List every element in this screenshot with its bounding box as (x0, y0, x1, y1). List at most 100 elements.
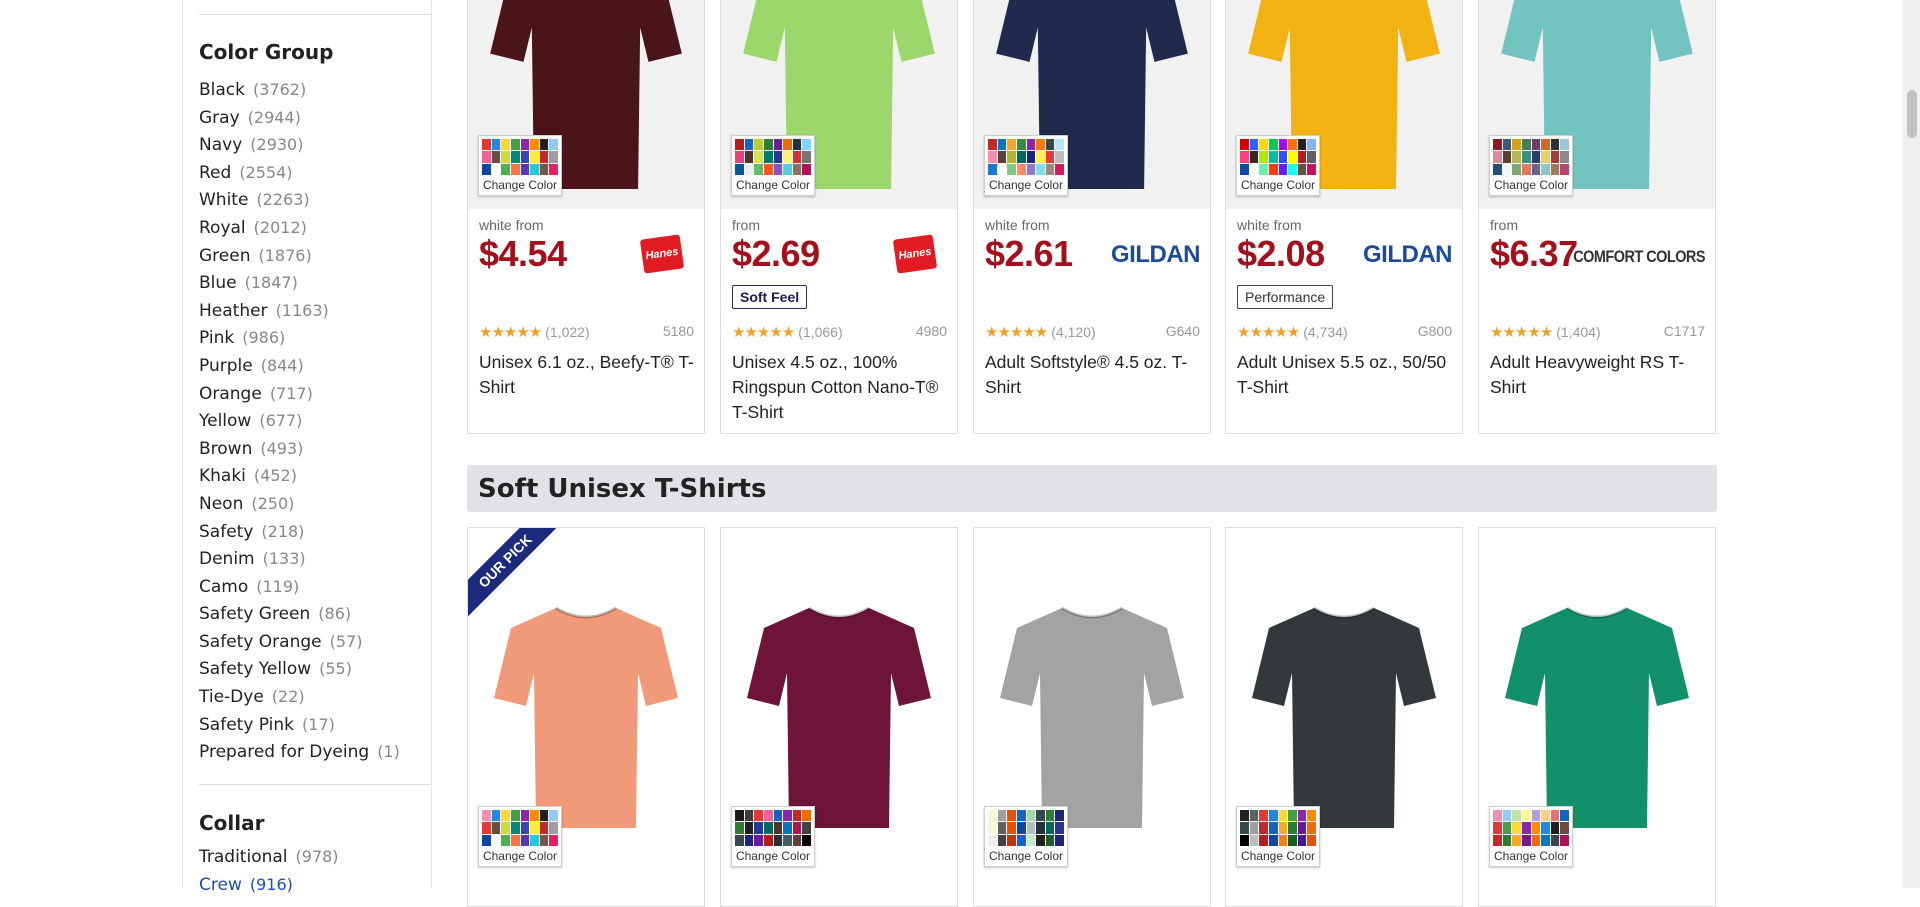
filter-option[interactable]: Royal (2012) (199, 214, 400, 242)
rating-count: (1,066) (798, 324, 843, 340)
change-color-swatch[interactable]: Change Color (1236, 806, 1320, 867)
star-rating-icon: ★★★★★ (479, 324, 542, 341)
change-color-label: Change Color (1240, 849, 1316, 863)
filter-option[interactable]: Gray (2944) (199, 104, 400, 132)
product-image[interactable]: Change Color (974, 528, 1210, 906)
color-swatch (530, 834, 539, 846)
color-swatch (491, 151, 501, 163)
color-swatch (1249, 139, 1259, 151)
product-title-link[interactable]: Adult Softstyle® 4.5 oz. T-Shirt (985, 350, 1200, 400)
filter-option[interactable]: Safety Pink (17) (199, 711, 400, 739)
filter-option[interactable]: Safety Yellow (55) (199, 655, 400, 683)
product-image[interactable]: Change Color (1479, 528, 1715, 906)
product-card[interactable]: Change Color (720, 527, 958, 907)
filter-option[interactable]: Black (3762) (199, 76, 400, 104)
product-title-link[interactable]: Adult Unisex 5.5 oz., 50/50 T-Shirt (1237, 350, 1452, 400)
filter-option[interactable]: Blue (1847) (199, 269, 400, 297)
filter-option[interactable]: Green (1876) (199, 242, 400, 270)
color-swatch (988, 834, 997, 846)
filter-option[interactable]: Heather (1163) (199, 297, 400, 325)
product-card[interactable]: Change Color (1478, 527, 1716, 907)
color-swatch (1288, 151, 1297, 163)
filter-option[interactable]: Camo (119) (199, 573, 400, 601)
color-swatch (754, 822, 763, 834)
filter-option[interactable]: Pink (986) (199, 324, 400, 352)
product-image[interactable]: Change Color (721, 528, 957, 906)
change-color-swatch[interactable]: Change Color (1489, 135, 1573, 196)
product-title-link[interactable]: Unisex 6.1 oz., Beefy-T® T-Shirt (479, 350, 694, 400)
product-card[interactable]: Change Color (1225, 527, 1463, 907)
color-swatch (1055, 834, 1064, 846)
filter-option-count: (2012) (253, 217, 307, 237)
filter-option[interactable]: Khaki (452) (199, 462, 400, 490)
filter-sidebar: Color Group Black (3762) Gray (2944) Navy (29… (182, 0, 432, 895)
product-image[interactable]: Change Color (1226, 0, 1462, 209)
change-color-swatch[interactable]: Change Color (731, 135, 815, 196)
filter-option[interactable]: Brown (493) (199, 435, 400, 463)
filter-option[interactable]: Navy (2930) (199, 131, 400, 159)
filter-option-label: Crew (199, 874, 242, 895)
color-swatch (773, 163, 783, 175)
product-card[interactable]: Change Color from $6.37 COMFORT COLORS ★★★★★… (1478, 0, 1716, 434)
color-swatch-grid (1493, 810, 1569, 846)
filter-option[interactable]: Red (2554) (199, 159, 400, 187)
filter-option[interactable]: Orange (717) (199, 380, 400, 408)
color-swatch (539, 151, 549, 163)
color-swatch (988, 822, 997, 834)
product-title-link[interactable]: Adult Heavyweight RS T-Shirt (1490, 350, 1705, 400)
product-card[interactable]: Change Color (973, 527, 1211, 907)
product-image[interactable]: Change Color (1226, 528, 1462, 906)
change-color-swatch[interactable]: Change Color (478, 135, 562, 196)
filter-option[interactable]: Tie-Dye (22) (199, 683, 400, 711)
color-swatch (1026, 163, 1036, 175)
scrollbar-thumb[interactable] (1907, 90, 1917, 138)
color-swatch (773, 139, 783, 151)
color-swatch (1259, 151, 1268, 163)
filter-option-count: (717) (269, 383, 313, 403)
color-swatch (1249, 151, 1259, 163)
product-card[interactable]: Change Color white from $2.61 GILDAN ★★★★★ (4… (973, 0, 1211, 434)
change-color-swatch[interactable]: Change Color (984, 806, 1068, 867)
filter-option[interactable]: Crew (916) (199, 871, 339, 899)
color-swatch (530, 163, 539, 175)
color-swatch (1541, 822, 1550, 834)
filter-option[interactable]: Neon (250) (199, 490, 400, 518)
product-image[interactable]: Change Color (974, 0, 1210, 209)
filter-option[interactable]: Safety Green (86) (199, 600, 400, 628)
color-swatch (783, 151, 792, 163)
color-swatch (802, 151, 811, 163)
change-color-swatch[interactable]: Change Color (1489, 806, 1573, 867)
color-swatch (1297, 163, 1307, 175)
filter-option[interactable]: White (2263) (199, 186, 400, 214)
filter-option[interactable]: Traditional (978) (199, 843, 339, 871)
color-swatch (1502, 163, 1512, 175)
filter-option[interactable]: Denim (133) (199, 545, 400, 573)
filter-option[interactable]: Purple (844) (199, 352, 400, 380)
color-swatch (744, 810, 754, 822)
product-image[interactable]: Change Color (468, 528, 704, 906)
filter-option-count: (1) (377, 742, 400, 762)
change-color-swatch[interactable]: Change Color (731, 806, 815, 867)
page-scrollbar[interactable] (1903, 0, 1920, 888)
color-swatch (744, 834, 754, 846)
filter-option[interactable]: Prepared for Dyeing (1) (199, 738, 400, 766)
color-swatch (1007, 822, 1016, 834)
product-card[interactable]: Change Color white from $2.08 GILDAN Perform… (1225, 0, 1463, 434)
product-card[interactable]: Change Color from $2.69 Hanes Soft Feel ★★★★★… (720, 0, 958, 434)
filter-option[interactable]: Safety (218) (199, 518, 400, 546)
color-swatch (988, 151, 997, 163)
product-card[interactable]: Change Color OUR PICK (467, 527, 705, 907)
product-image[interactable]: Change Color (468, 0, 704, 209)
change-color-swatch[interactable]: Change Color (1236, 135, 1320, 196)
product-image[interactable]: Change Color (1479, 0, 1715, 209)
color-swatch (783, 163, 792, 175)
color-swatch (549, 822, 558, 834)
product-title-link[interactable]: Unisex 4.5 oz., 100% Ringspun Cotton Nan… (732, 350, 947, 425)
filter-option[interactable]: Safety Orange (57) (199, 628, 400, 656)
product-image[interactable]: Change Color (721, 0, 957, 209)
filter-option[interactable]: Yellow (677) (199, 407, 400, 435)
product-card[interactable]: Change Color white from $4.54 Hanes ★★★★★ (1,… (467, 0, 705, 434)
change-color-swatch[interactable]: Change Color (984, 135, 1068, 196)
change-color-swatch[interactable]: Change Color (478, 806, 562, 867)
color-swatch (1007, 151, 1016, 163)
